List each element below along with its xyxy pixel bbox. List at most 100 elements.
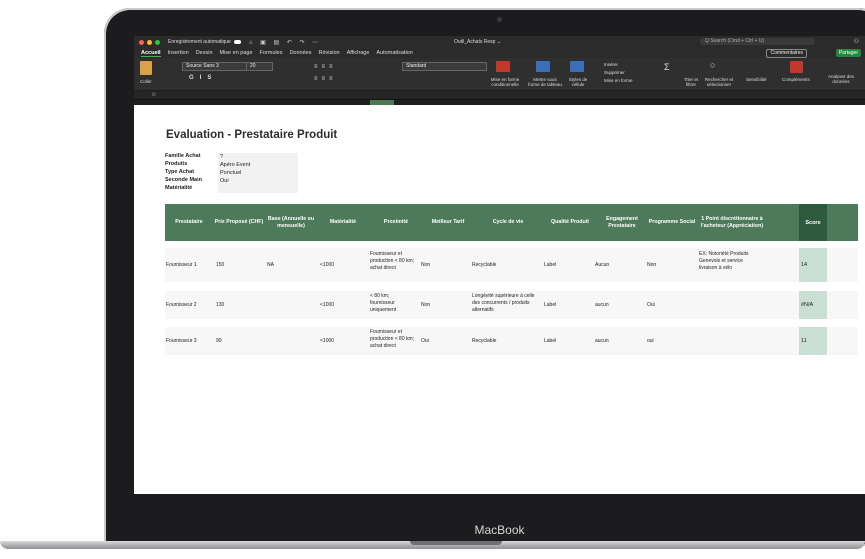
tab-dessin[interactable]: Dessin bbox=[196, 50, 213, 56]
cell-proximite[interactable]: Fournisseur et production < 80 km; achat… bbox=[370, 329, 416, 350]
cell-programme-social[interactable]: oui bbox=[647, 338, 654, 345]
cell-meilleur-tarif[interactable]: Oui bbox=[421, 338, 429, 345]
worksheet[interactable]: Evaluation - Prestataire Produit Famille… bbox=[134, 105, 865, 485]
cell-materialite[interactable]: <1000 bbox=[320, 338, 334, 345]
meta-value[interactable]: Oui bbox=[218, 177, 298, 185]
insert-button[interactable]: Insérer bbox=[604, 62, 618, 67]
cell-score[interactable]: 11 bbox=[799, 327, 827, 355]
cell-qualite[interactable]: Label bbox=[544, 338, 556, 345]
tab-formules[interactable]: Formules bbox=[260, 50, 283, 56]
number-format-select[interactable]: Standard bbox=[402, 62, 487, 71]
cell-cycle-de-vie[interactable]: Recyclable bbox=[472, 262, 496, 269]
addins-label[interactable]: Compléments bbox=[782, 77, 810, 82]
meta-label: Produits bbox=[165, 161, 188, 167]
autosave-toggle[interactable] bbox=[233, 40, 241, 44]
format-button[interactable]: Mise en forme bbox=[604, 78, 633, 83]
cell-score[interactable]: 14 bbox=[799, 248, 827, 282]
cell-programme-social[interactable]: Oui bbox=[647, 302, 655, 309]
conditional-format-icon[interactable] bbox=[496, 61, 510, 72]
format-table-label[interactable]: Mettre sous forme de tableau bbox=[528, 77, 562, 87]
paste-icon[interactable] bbox=[140, 61, 152, 75]
delete-button[interactable]: Supprimer bbox=[604, 70, 625, 75]
file-name[interactable]: Outil_Achats Resp ⌄ bbox=[454, 39, 501, 45]
cell-engagement[interactable]: aucun bbox=[595, 302, 609, 309]
cell-styles-label[interactable]: Styles de cellule bbox=[566, 77, 590, 87]
search-input[interactable]: Q Search (Cmd + Ctrl + U) bbox=[700, 38, 815, 45]
tab-donnees[interactable]: Données bbox=[289, 50, 311, 56]
meta-value[interactable]: Apéro Event bbox=[218, 161, 298, 169]
cell-prix[interactable]: 90 bbox=[216, 338, 222, 345]
sort-filter-label[interactable]: Trier et filtrer bbox=[682, 77, 700, 87]
align-icons-2[interactable]: ≡≡≡ bbox=[314, 76, 337, 82]
sensitivity-label[interactable]: Sensibilité bbox=[746, 77, 767, 82]
tab-mise-en-page[interactable]: Mise en page bbox=[220, 50, 253, 56]
align-icons[interactable]: ≡≡≡ bbox=[314, 64, 337, 70]
paste-label: Coller bbox=[140, 79, 152, 84]
cell-materialite[interactable]: <1000 bbox=[320, 302, 334, 309]
header-proximite[interactable]: Proximité bbox=[369, 204, 423, 241]
header-base[interactable]: Base (Annuelle ou mensuelle) bbox=[265, 204, 317, 241]
meta-value[interactable]: Ponctuel bbox=[218, 169, 298, 177]
share-button[interactable]: Partager bbox=[835, 49, 861, 57]
account-icon[interactable]: ⚇ bbox=[854, 38, 859, 45]
zoom-window-icon[interactable] bbox=[155, 39, 160, 45]
find-icon[interactable]: ○ bbox=[710, 60, 715, 70]
header-engagement[interactable]: Engagement Prestataire bbox=[597, 204, 647, 241]
close-window-icon[interactable] bbox=[139, 39, 144, 45]
autosave-label: Enregistrement automatique bbox=[168, 39, 231, 45]
table-row[interactable] bbox=[165, 327, 858, 355]
format-table-icon[interactable] bbox=[536, 61, 550, 72]
quick-access-icons[interactable]: ⌂ ▣ ▤ ↶ ↷ ⋯ bbox=[249, 39, 321, 46]
cell-cycle-de-vie[interactable]: Recyclable bbox=[472, 338, 496, 345]
cell-qualite[interactable]: Label bbox=[544, 262, 556, 269]
sum-icon[interactable]: Σ bbox=[664, 62, 670, 72]
cell-materialite[interactable]: <1000 bbox=[320, 262, 334, 269]
cell-engagement[interactable]: aucun bbox=[595, 338, 609, 345]
font-select[interactable]: Source Sans 3 bbox=[182, 62, 247, 71]
cell-proximite[interactable]: Fournisseur et production < 80 km; achat… bbox=[370, 251, 420, 272]
excel-window: Enregistrement automatique ⌂ ▣ ▤ ↶ ↷ ⋯ O… bbox=[134, 36, 865, 494]
header-materialite[interactable]: Matérialité bbox=[317, 204, 369, 241]
cell-prix[interactable]: 150 bbox=[216, 262, 224, 269]
header-score[interactable]: Score bbox=[799, 204, 827, 241]
cell-prestataire[interactable]: Fournisseur 2 bbox=[166, 302, 197, 309]
cell-programme-social[interactable]: Non bbox=[647, 262, 656, 269]
minimize-window-icon[interactable] bbox=[147, 39, 152, 45]
tab-accueil[interactable]: Accueil bbox=[141, 50, 161, 57]
font-size-select[interactable]: 20 bbox=[246, 62, 273, 71]
cell-reference[interactable]: O2 bbox=[134, 92, 155, 99]
tab-affichage[interactable]: Affichage bbox=[347, 50, 370, 56]
addins-icon[interactable] bbox=[790, 61, 803, 73]
cell-prestataire[interactable]: Fournisseur 3 bbox=[166, 338, 197, 345]
meta-label: Type Achat bbox=[165, 169, 195, 175]
find-select-label[interactable]: Rechercher et sélectionner bbox=[702, 77, 736, 87]
cell-prestataire[interactable]: Fournisseur 1 bbox=[166, 262, 197, 269]
header-prestataire[interactable]: Prestataire bbox=[165, 204, 213, 241]
tab-insertion[interactable]: Insertion bbox=[168, 50, 189, 56]
cell-meilleur-tarif[interactable]: Non bbox=[421, 262, 430, 269]
cell-meilleur-tarif[interactable]: Non bbox=[421, 302, 430, 309]
header-qualite[interactable]: Qualité Produit bbox=[543, 204, 597, 241]
cell-point-discretionnaire[interactable]: EX: Notoriété Produits Genevois et servi… bbox=[699, 251, 761, 272]
header-point-discretionnaire[interactable]: 1 Point discrétionnaire à l'acheteur (Ap… bbox=[697, 204, 767, 241]
cell-engagement[interactable]: Aucun bbox=[595, 262, 609, 269]
meta-value[interactable]: ? bbox=[218, 153, 298, 161]
tab-revision[interactable]: Révision bbox=[318, 50, 339, 56]
header-cycle-de-vie[interactable]: Cycle de vie bbox=[473, 204, 543, 241]
cell-base[interactable]: NA bbox=[267, 262, 274, 269]
comments-button[interactable]: Commentaires bbox=[766, 49, 807, 58]
cell-styles-icon[interactable] bbox=[570, 61, 584, 72]
cell-score[interactable]: #N/A bbox=[799, 291, 827, 319]
conditional-format-label[interactable]: Mise en forme conditionnelle bbox=[488, 77, 522, 87]
text-format-icons[interactable]: GIS bbox=[189, 75, 217, 81]
analyze-data-label[interactable]: Analyser des données bbox=[824, 74, 858, 84]
header-programme-social[interactable]: Programme Social bbox=[647, 204, 697, 241]
cell-prix[interactable]: 130 bbox=[216, 302, 224, 309]
meta-value[interactable] bbox=[218, 185, 298, 193]
header-prix[interactable]: Prix Proposé (CHF) bbox=[213, 204, 265, 241]
tab-automatisation[interactable]: Automatisation bbox=[376, 50, 412, 56]
cell-cycle-de-vie[interactable]: Longévité supérieure à celle des concurr… bbox=[472, 293, 538, 314]
cell-qualite[interactable]: Label bbox=[544, 302, 556, 309]
header-meilleur-tarif[interactable]: Meilleur Tarif bbox=[423, 204, 473, 241]
cell-proximite[interactable]: < 80 km; fournisseur uniquement bbox=[370, 293, 412, 314]
